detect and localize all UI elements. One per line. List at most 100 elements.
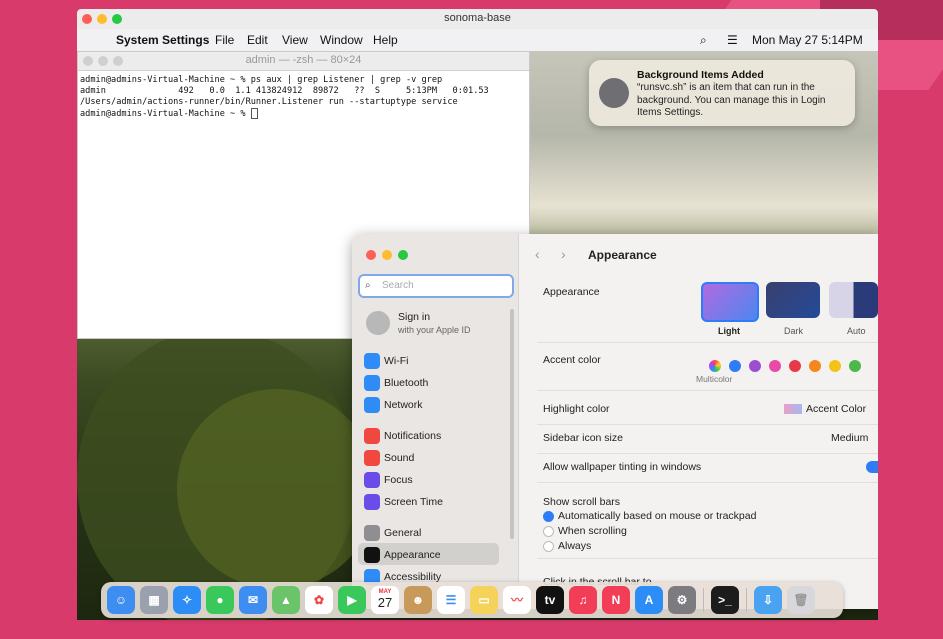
radio-automatic[interactable] [543, 511, 554, 522]
accent-multicolor-swatch[interactable] [709, 360, 721, 372]
dark-mode-thumbnail[interactable] [766, 282, 820, 318]
scroll-option-when-scrolling[interactable]: When scrolling [558, 525, 627, 537]
terminal-icon[interactable]: >_ [711, 586, 739, 614]
calendar-icon[interactable]: MAY 27 [371, 586, 399, 614]
calendar-day: 27 [377, 595, 393, 610]
dark-mode-label[interactable]: Dark [784, 326, 803, 336]
accent-color-label: Accent color [543, 354, 601, 366]
auto-mode-thumbnail[interactable] [829, 282, 878, 318]
accent-purple-swatch[interactable] [749, 360, 761, 372]
scroll-option-automatic[interactable]: Automatically based on mouse or trackpad [558, 510, 756, 522]
tv-icon[interactable]: tv [536, 586, 564, 614]
contacts-icon[interactable]: ☻ [404, 586, 432, 614]
accent-orange-swatch[interactable] [809, 360, 821, 372]
terminal-titlebar: admin — -zsh — 80×24 [78, 52, 529, 71]
dock-divider [703, 588, 704, 612]
minimize-icon[interactable] [382, 250, 392, 260]
terminal-line: admin 492 0.0 1.1 413824912 89872 ?? S 5… [80, 86, 489, 96]
appearance-row: Appearance Light Dark Auto [537, 278, 878, 343]
menu-help[interactable]: Help [373, 33, 398, 47]
zoom-icon[interactable] [398, 250, 408, 260]
control-center-icon[interactable]: ☰ [727, 33, 738, 47]
menu-file[interactable]: File [215, 33, 234, 47]
facetime-icon[interactable]: ▶ [338, 586, 366, 614]
maps-icon[interactable]: ▲ [272, 586, 300, 614]
safari-icon[interactable]: ✧ [173, 586, 201, 614]
speaker-icon [364, 450, 380, 466]
settings-content: ‹ › Appearance Appearance Light Dark Aut… [519, 234, 878, 609]
mail-icon[interactable]: ✉ [239, 586, 267, 614]
globe-icon [364, 397, 380, 413]
auto-mode-label[interactable]: Auto [847, 326, 866, 336]
radio-always[interactable] [543, 541, 554, 552]
accent-green-swatch[interactable] [849, 360, 861, 372]
trash-icon[interactable]: 🗑 [787, 586, 815, 614]
freeform-icon[interactable]: 〰 [503, 586, 531, 614]
accent-yellow-swatch[interactable] [829, 360, 841, 372]
photos-icon[interactable]: ✿ [305, 586, 333, 614]
search-placeholder: Search [382, 280, 414, 291]
sidebar-icon-size-row: Sidebar icon size Medium [537, 427, 878, 454]
search-input[interactable]: ⌕ Search [358, 274, 514, 298]
notification-body: “runsvc.sh” is an item that can run in t… [637, 82, 826, 118]
vm-titlebar: sonoma-base [77, 9, 878, 30]
light-mode-label[interactable]: Light [718, 326, 740, 336]
terminal-line: admin@admins-Virtual-Machine ~ % ps aux … [80, 75, 443, 85]
light-mode-thumbnail[interactable] [701, 282, 759, 322]
accent-pink-swatch[interactable] [769, 360, 781, 372]
highlight-swatch-icon [784, 404, 802, 414]
news-icon[interactable]: N [602, 586, 630, 614]
scroll-option-always[interactable]: Always [558, 540, 591, 552]
page-title: Appearance [588, 248, 657, 262]
finder-icon[interactable]: ☺ [107, 586, 135, 614]
wifi-icon [364, 353, 380, 369]
accent-red-swatch[interactable] [789, 360, 801, 372]
accent-multicolor-label: Multicolor [696, 374, 733, 384]
downloads-folder-icon[interactable]: ⇩ [754, 586, 782, 614]
signin-title[interactable]: Sign in [398, 311, 430, 323]
vm-title: sonoma-base [444, 12, 511, 24]
forward-button[interactable]: › [561, 246, 566, 262]
sidebar-icon-size-value[interactable]: Medium [831, 432, 868, 444]
terminal-cursor [250, 108, 258, 119]
radio-when-scrolling[interactable] [543, 526, 554, 537]
system-settings-window: ⌕ Search Sign in with your Apple ID Wi-F… [352, 234, 878, 609]
menu-edit[interactable]: Edit [247, 33, 268, 47]
menu-bar: System Settings File Edit View Window He… [77, 29, 878, 51]
avatar[interactable] [366, 311, 390, 335]
scroll-bars-row: Show scroll bars Automatically based on … [537, 492, 878, 559]
wallpaper-tinting-row: Allow wallpaper tinting in windows [537, 456, 878, 483]
menu-app-name[interactable]: System Settings [116, 33, 209, 47]
vm-window: sonoma-base System Settings File Edit Vi… [77, 9, 878, 620]
sidebar-scrollbar[interactable] [510, 309, 514, 539]
dock: ☺ ▦ ✧ ● ✉ ▲ ✿ ▶ MAY 27 ☻ ☰ ▭ 〰 tv ♫ N A … [101, 582, 843, 618]
close-icon[interactable] [366, 250, 376, 260]
gear-icon [364, 525, 380, 541]
hourglass-icon [364, 494, 380, 510]
app-store-icon[interactable]: A [635, 586, 663, 614]
wallpaper-tinting-toggle[interactable] [866, 461, 878, 473]
bluetooth-icon [364, 375, 380, 391]
messages-icon[interactable]: ● [206, 586, 234, 614]
notes-icon[interactable]: ▭ [470, 586, 498, 614]
menu-view[interactable]: View [282, 33, 308, 47]
music-icon[interactable]: ♫ [569, 586, 597, 614]
back-button[interactable]: ‹ [535, 246, 540, 262]
search-icon[interactable]: ⌕ [700, 33, 707, 48]
appearance-icon [364, 547, 380, 563]
accent-blue-swatch[interactable] [729, 360, 741, 372]
menu-clock[interactable]: Mon May 27 5:14PM [752, 33, 863, 47]
reminders-icon[interactable]: ☰ [437, 586, 465, 614]
highlight-color-row: Highlight color Accent Color [537, 398, 878, 425]
menu-window[interactable]: Window [320, 33, 363, 47]
highlight-color-value[interactable]: Accent Color [806, 403, 866, 415]
notification-banner[interactable]: Background Items Added “runsvc.sh” is an… [589, 60, 855, 126]
accent-color-row: Accent color Multicolor [537, 350, 878, 391]
bell-icon [364, 428, 380, 444]
terminal-output[interactable]: admin@admins-Virtual-Machine ~ % ps aux … [78, 71, 529, 124]
scroll-bars-label: Show scroll bars [543, 496, 621, 508]
launchpad-icon[interactable]: ▦ [140, 586, 168, 614]
dock-divider [746, 588, 747, 612]
system-settings-icon[interactable]: ⚙ [668, 586, 696, 614]
search-icon: ⌕ [365, 280, 371, 291]
